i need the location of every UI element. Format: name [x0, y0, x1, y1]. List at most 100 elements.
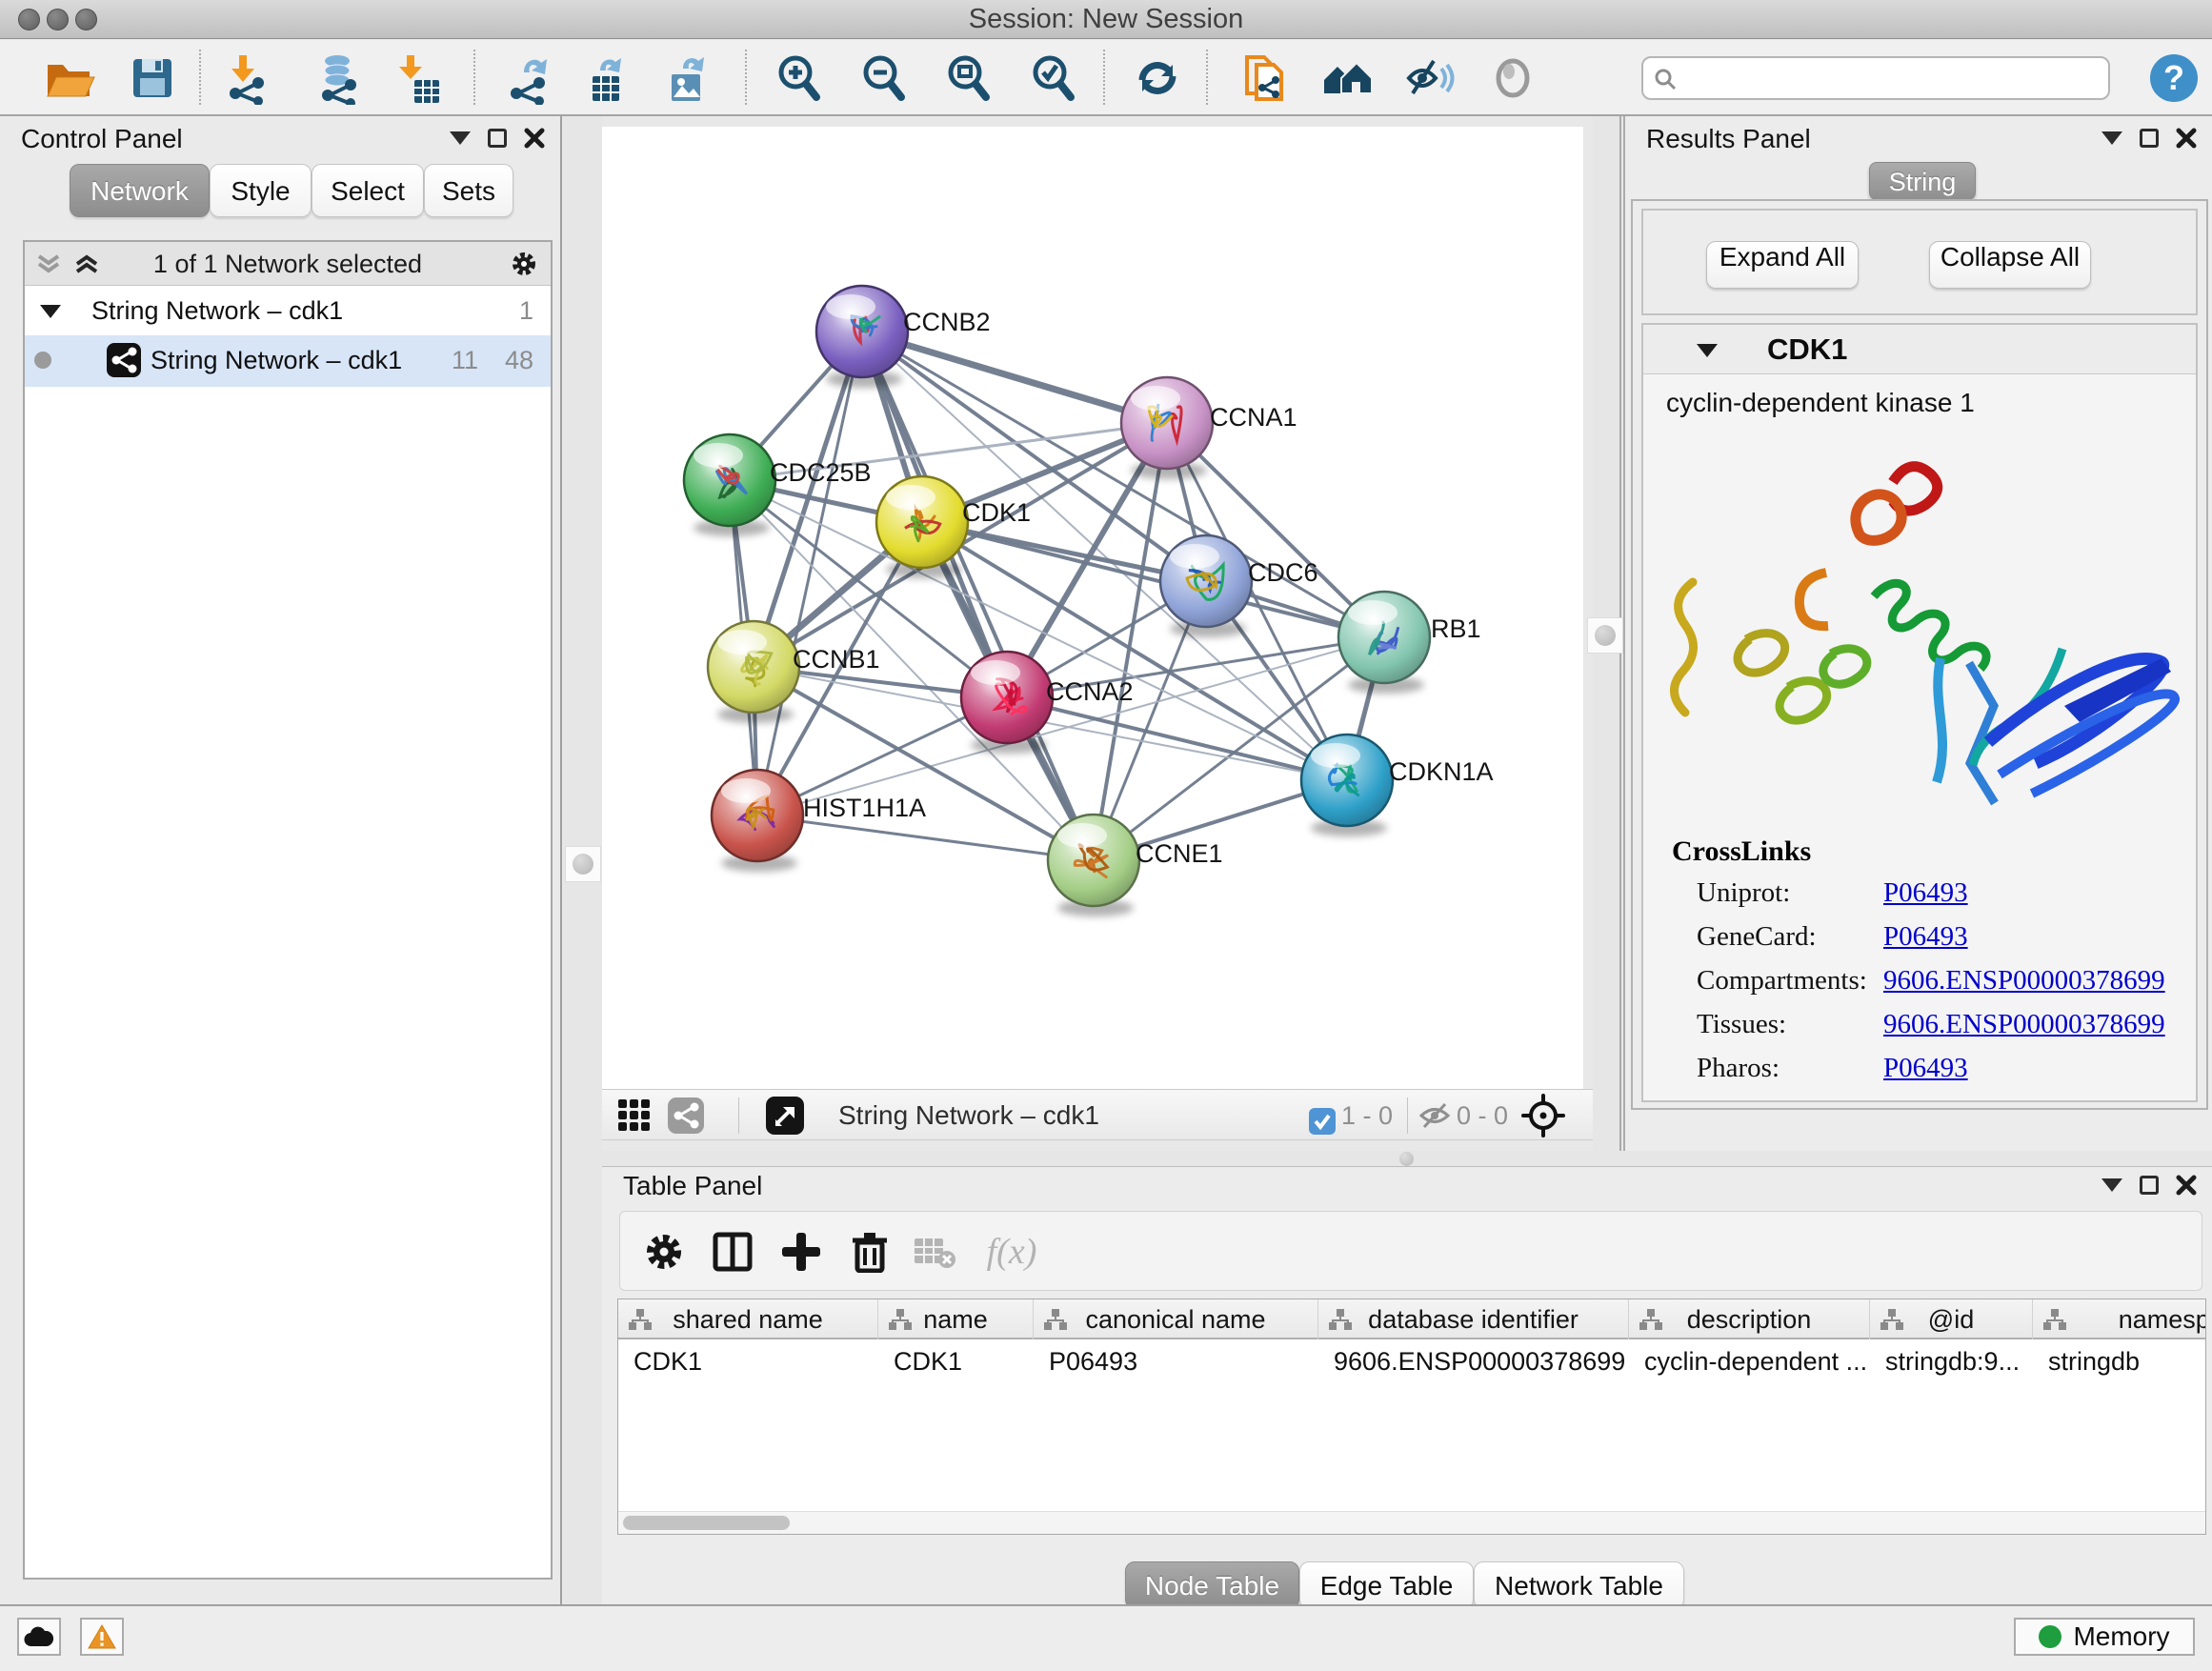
node-CDC25B[interactable]: CDC25B — [684, 434, 872, 536]
node-label-CDC6: CDC6 — [1248, 558, 1318, 587]
cell-canonical-name[interactable]: P06493 — [1034, 1341, 1318, 1381]
tab-sets[interactable]: Sets — [424, 164, 513, 217]
hide-unhide-icon[interactable] — [1401, 50, 1458, 107]
cell-database-identifier[interactable]: 9606.ENSP00000378699 — [1318, 1341, 1629, 1381]
cell-id[interactable]: stringdb:9... — [1870, 1341, 2033, 1381]
grid-view-icon[interactable] — [615, 1097, 654, 1135]
column-header-description[interactable]: description — [1629, 1299, 1870, 1339]
preview-eye-icon[interactable] — [1484, 50, 1541, 107]
help-icon[interactable]: ? — [2145, 50, 2202, 107]
table-float-icon[interactable] — [2140, 1176, 2159, 1195]
import-table-icon[interactable] — [392, 50, 449, 107]
node-result-header[interactable]: CDK1 — [1643, 325, 2196, 374]
table-row[interactable]: CDK1CDK1P064939606.ENSP00000378699cyclin… — [618, 1341, 2205, 1381]
tab-style[interactable]: Style — [210, 164, 312, 217]
zoom-out-icon[interactable] — [855, 50, 913, 107]
birdseye-crosshair-icon[interactable] — [1520, 1093, 1566, 1138]
crosslink-link[interactable]: P06493 — [1883, 1053, 1968, 1084]
results-menu-icon[interactable] — [2101, 131, 2122, 145]
results-close-icon[interactable] — [2176, 128, 2197, 149]
import-network-file-icon[interactable] — [222, 50, 279, 107]
horizontal-scrollbar[interactable] — [618, 1511, 2205, 1534]
export-image-icon[interactable] — [658, 50, 715, 107]
results-float-icon[interactable] — [2140, 129, 2159, 148]
share-document-icon[interactable] — [1236, 50, 1293, 107]
result-collapse-icon[interactable] — [1697, 344, 1718, 357]
node-CCNB2[interactable]: CCNB2 — [816, 286, 991, 388]
panel-close-icon[interactable] — [524, 128, 545, 149]
columns-icon[interactable] — [706, 1225, 759, 1278]
tab-network[interactable]: Network — [70, 164, 210, 217]
memory-button[interactable]: Memory — [2014, 1618, 2195, 1656]
cell-shared-name[interactable]: CDK1 — [618, 1341, 878, 1381]
crosslink-link[interactable]: 9606.ENSP00000378699 — [1883, 965, 2165, 997]
right-splitter[interactable] — [1593, 116, 1621, 1151]
open-in-window-icon[interactable] — [766, 1097, 804, 1135]
node-CCNA2[interactable]: CCNA2 — [961, 652, 1134, 754]
cell-name[interactable]: CDK1 — [878, 1341, 1034, 1381]
add-column-icon[interactable] — [774, 1225, 828, 1278]
delete-column-icon[interactable] — [843, 1225, 896, 1278]
tab-network-table[interactable]: Network Table — [1474, 1561, 1684, 1609]
tab-string[interactable]: String — [1869, 162, 1976, 200]
home-pages-icon[interactable] — [1317, 50, 1374, 107]
cell-namespace[interactable]: stringdb — [2033, 1341, 2206, 1381]
cell-description[interactable]: cyclin-dependent ... — [1629, 1341, 1870, 1381]
column-header-shared-name[interactable]: shared name — [618, 1299, 878, 1339]
horizontal-splitter[interactable] — [602, 1151, 2212, 1166]
column-header-namespace[interactable]: namespace — [2033, 1299, 2206, 1339]
column-header-id[interactable]: @id — [1870, 1299, 2033, 1339]
tab-node-table[interactable]: Node Table — [1125, 1561, 1299, 1609]
crosslink-link[interactable]: P06493 — [1883, 921, 1968, 953]
expand-all-button[interactable]: Expand All — [1706, 241, 1859, 289]
node-table[interactable]: shared namenamecanonical namedatabase id… — [617, 1299, 2206, 1535]
node-CDKN1A[interactable]: CDKN1A — [1301, 735, 1494, 836]
left-splitter-handle[interactable] — [573, 854, 593, 875]
zoom-fit-icon[interactable] — [940, 50, 997, 107]
crosslink-link[interactable]: 9606.ENSP00000378699 — [1883, 1009, 2165, 1040]
column-header-name[interactable]: name — [878, 1299, 1034, 1339]
node-label-CCNA2: CCNA2 — [1046, 677, 1134, 706]
share-view-icon[interactable] — [667, 1097, 705, 1135]
horizontal-splitter-handle[interactable] — [1399, 1152, 1414, 1166]
collection-count: 1 — [519, 286, 533, 335]
warning-button[interactable] — [80, 1618, 124, 1656]
collapse-all-button[interactable]: Collapse All — [1929, 241, 2091, 289]
network-options-gear-icon[interactable] — [511, 251, 537, 277]
zoom-in-icon[interactable] — [771, 50, 828, 107]
main-toolbar: ? — [0, 40, 2212, 116]
crosslink-link[interactable]: P06493 — [1883, 877, 1968, 909]
table-menu-icon[interactable] — [2101, 1178, 2122, 1192]
panel-menu-icon[interactable] — [450, 131, 471, 145]
tab-select[interactable]: Select — [312, 164, 424, 217]
collection-expand-icon[interactable] — [40, 305, 61, 318]
import-network-database-icon[interactable] — [311, 50, 368, 107]
network-row[interactable]: String Network – cdk1 11 48 — [25, 335, 551, 387]
cloud-button[interactable] — [17, 1618, 61, 1656]
export-network-icon[interactable] — [503, 50, 560, 107]
open-session-icon[interactable] — [40, 50, 97, 107]
left-splitter[interactable] — [564, 116, 602, 1604]
column-header-canonical-name[interactable]: canonical name — [1034, 1299, 1318, 1339]
search-input[interactable] — [1641, 56, 2110, 100]
table-settings-gear-icon[interactable] — [637, 1225, 691, 1278]
table-close-icon[interactable] — [2176, 1175, 2197, 1196]
refresh-icon[interactable] — [1129, 50, 1186, 107]
column-type-icon — [1639, 1308, 1663, 1331]
edge-CCNB2-HIST1H1A[interactable] — [757, 332, 862, 815]
scrollbar-thumb[interactable] — [623, 1516, 790, 1530]
tab-edge-table[interactable]: Edge Table — [1299, 1561, 1474, 1609]
panel-float-icon[interactable] — [488, 129, 507, 148]
network-canvas[interactable]: CCNB2CCNA1CDC25BCDK1CDC6RB1CCNB1CCNA2CDK… — [602, 127, 1583, 1089]
save-session-icon[interactable] — [124, 50, 181, 107]
edge-CCNB2-CCNA1[interactable] — [862, 332, 1167, 423]
node-RB1[interactable]: RB1 — [1338, 592, 1481, 694]
network-collection-row[interactable]: String Network – cdk1 1 — [25, 286, 551, 335]
edge-CCNB2-CCNE1[interactable] — [862, 332, 1094, 860]
zoom-selected-icon[interactable] — [1025, 50, 1082, 107]
selected-checkbox-icon[interactable] — [1303, 1102, 1341, 1140]
export-table-icon[interactable] — [577, 50, 634, 107]
right-splitter-handle[interactable] — [1595, 625, 1616, 646]
edge-HIST1H1A-CCNE1[interactable] — [757, 815, 1094, 860]
column-header-database-identifier[interactable]: database identifier — [1318, 1299, 1629, 1339]
